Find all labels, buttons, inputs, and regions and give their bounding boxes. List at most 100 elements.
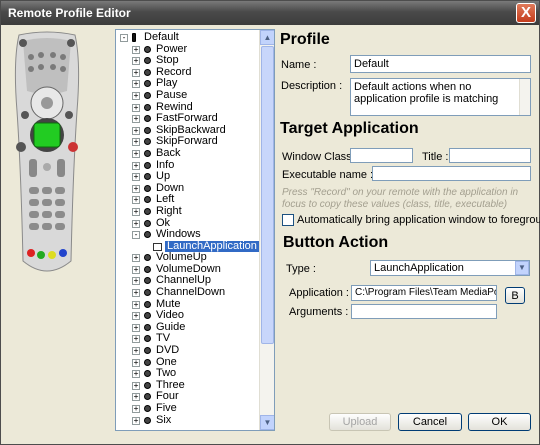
- expand-icon[interactable]: +: [132, 265, 140, 274]
- tree-root[interactable]: - Default: [116, 31, 260, 44]
- button-icon: [144, 80, 151, 88]
- title-label: Title :: [422, 151, 449, 163]
- chevron-down-icon[interactable]: ▼: [515, 261, 529, 275]
- expand-icon[interactable]: +: [132, 405, 140, 413]
- expand-icon[interactable]: +: [132, 91, 140, 100]
- tree-item-label: Right: [156, 204, 182, 217]
- tree-item[interactable]: + Right: [116, 204, 260, 218]
- expand-icon[interactable]: +: [132, 335, 140, 344]
- expand-icon[interactable]: +: [132, 370, 140, 379]
- tree-item[interactable]: + FastForward: [116, 113, 260, 125]
- expand-icon[interactable]: +: [132, 323, 140, 332]
- expand-icon[interactable]: +: [132, 277, 140, 286]
- tree-item[interactable]: + ChannelDown: [116, 286, 260, 299]
- button-icon: [144, 231, 151, 239]
- expand-icon[interactable]: +: [132, 161, 140, 170]
- remote-profile-editor-window: Remote Profile Editor X - Default + Powe…: [0, 0, 540, 445]
- expand-icon[interactable]: +: [132, 138, 140, 147]
- expand-icon[interactable]: +: [132, 149, 140, 158]
- scroll-down-icon[interactable]: ▼: [260, 415, 274, 430]
- tree-item-label: Pause: [156, 88, 188, 101]
- expand-icon[interactable]: +: [132, 196, 140, 205]
- arguments-input[interactable]: [351, 304, 497, 319]
- expand-icon[interactable]: +: [132, 68, 140, 77]
- description-scrollbar[interactable]: [519, 79, 530, 115]
- ok-button[interactable]: OK: [468, 413, 531, 431]
- tree-item[interactable]: + Back: [116, 147, 260, 160]
- expand-icon[interactable]: +: [132, 173, 140, 182]
- tree-item[interactable]: + Info: [116, 159, 260, 172]
- window-icon: [153, 242, 162, 251]
- scroll-thumb[interactable]: [261, 46, 274, 344]
- expand-icon[interactable]: +: [132, 347, 140, 356]
- tree-item[interactable]: + Mute: [116, 298, 260, 311]
- button-icon: [144, 289, 151, 297]
- expand-icon[interactable]: +: [132, 381, 140, 390]
- tree-item[interactable]: + SkipForward: [116, 136, 260, 148]
- description-textarea[interactable]: Default actions when no application prof…: [350, 78, 531, 116]
- target-application-heading: Target Application: [280, 120, 419, 137]
- tree-item[interactable]: + Left: [116, 194, 260, 206]
- collapse-icon[interactable]: -: [120, 34, 128, 42]
- tree-item[interactable]: + Three: [116, 379, 260, 392]
- browse-button[interactable]: B: [505, 287, 525, 304]
- expand-icon[interactable]: +: [132, 393, 140, 402]
- expand-icon[interactable]: +: [132, 57, 140, 66]
- executable-name-input[interactable]: [372, 166, 531, 181]
- expand-icon[interactable]: +: [132, 300, 140, 309]
- button-icon: [144, 45, 151, 53]
- auto-foreground-label[interactable]: Automatically bring application window t…: [297, 214, 540, 226]
- tree-item[interactable]: + Power: [116, 43, 260, 56]
- expand-icon[interactable]: +: [132, 416, 140, 425]
- button-icon: [144, 254, 151, 262]
- button-icon: [144, 149, 151, 157]
- expand-icon[interactable]: +: [132, 45, 140, 54]
- button-icon: [144, 312, 151, 320]
- button-action-heading: Button Action: [283, 234, 389, 251]
- tree-vertical-scrollbar[interactable]: ▲ ▼: [259, 30, 274, 430]
- tree-item[interactable]: + Guide: [116, 321, 260, 334]
- expand-icon[interactable]: +: [132, 126, 140, 135]
- tree-item[interactable]: + Five: [116, 402, 260, 415]
- window-class-input[interactable]: [350, 148, 413, 163]
- type-select[interactable]: LaunchApplication ▼: [370, 260, 530, 276]
- scroll-up-icon[interactable]: ▲: [260, 30, 274, 45]
- collapse-icon[interactable]: -: [132, 231, 140, 240]
- tree-item[interactable]: + Six: [116, 414, 260, 427]
- expand-icon[interactable]: +: [132, 254, 140, 263]
- expand-icon[interactable]: +: [132, 358, 140, 367]
- tree-item[interactable]: + Record: [116, 66, 260, 79]
- application-input[interactable]: C:\Program Files\Team MediaPortal: [351, 285, 497, 301]
- title-input[interactable]: [449, 148, 531, 163]
- expand-icon[interactable]: +: [132, 312, 140, 321]
- close-button[interactable]: X: [516, 3, 536, 23]
- auto-foreground-checkbox[interactable]: [282, 214, 294, 226]
- button-icon: [144, 68, 151, 76]
- expand-icon[interactable]: +: [132, 289, 140, 298]
- tree-item[interactable]: + Pause: [116, 88, 260, 102]
- tree-item[interactable]: + Four: [116, 391, 260, 403]
- button-icon: [144, 323, 151, 331]
- expand-icon[interactable]: +: [132, 184, 140, 193]
- expand-icon[interactable]: +: [132, 80, 140, 89]
- tree-item[interactable]: + Down: [116, 182, 260, 195]
- expand-icon[interactable]: +: [132, 219, 140, 228]
- expand-icon[interactable]: +: [132, 103, 140, 112]
- button-tree-view[interactable]: - Default + Power + Stop + Record + Play + Pause +…: [115, 29, 275, 431]
- expand-icon[interactable]: +: [132, 115, 140, 124]
- tree-item[interactable]: + One: [116, 356, 260, 369]
- tree-item[interactable]: + Play: [116, 78, 260, 90]
- tree-item[interactable]: + Video: [116, 310, 260, 322]
- tree-item[interactable]: + TV: [116, 333, 260, 345]
- button-icon: [144, 126, 151, 134]
- upload-button[interactable]: Upload: [329, 413, 391, 431]
- tree-item[interactable]: + Up: [116, 171, 260, 183]
- tree-item[interactable]: + DVD: [116, 344, 260, 357]
- name-input[interactable]: Default: [350, 55, 531, 73]
- tree-item[interactable]: + Two: [116, 368, 260, 380]
- title-bar: Remote Profile Editor: [1, 1, 539, 25]
- button-icon: [144, 196, 151, 204]
- tree-item[interactable]: - Windows: [116, 228, 260, 241]
- cancel-button[interactable]: Cancel: [398, 413, 462, 431]
- expand-icon[interactable]: +: [132, 207, 140, 216]
